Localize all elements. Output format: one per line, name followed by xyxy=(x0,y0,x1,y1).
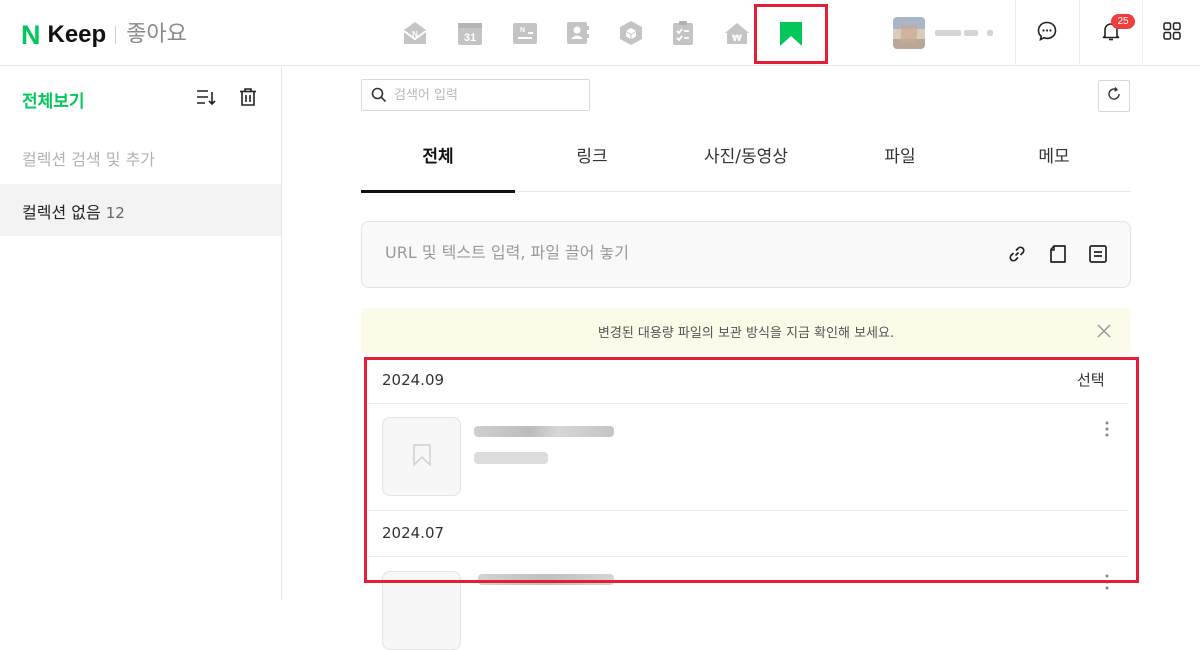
todo-service-icon[interactable] xyxy=(668,18,698,48)
refresh-icon xyxy=(1106,86,1122,106)
top-header: N Keep 좋아요 N 31 N ₩ 25 xyxy=(0,0,1200,66)
naver-keep-logo[interactable]: N Keep 좋아요 xyxy=(21,20,187,50)
add-link-button[interactable] xyxy=(1005,244,1029,268)
apps-menu-button[interactable] xyxy=(1142,0,1200,66)
brand-separator xyxy=(115,26,117,44)
sidebar: 전체보기 컬렉션 검색 및 추가 컬렉션 없음 12 xyxy=(0,67,282,600)
sidebar-title-all[interactable]: 전체보기 xyxy=(22,87,85,112)
search-input[interactable] xyxy=(394,87,584,103)
notification-button[interactable]: 25 xyxy=(1079,0,1142,66)
refresh-button[interactable] xyxy=(1098,80,1130,112)
tab-photos-videos[interactable]: 사진/동영상 xyxy=(669,130,823,192)
username-redacted xyxy=(935,30,993,36)
collection-search-input[interactable]: 컬렉션 검색 및 추가 xyxy=(22,146,155,170)
quick-add-box xyxy=(361,221,1131,288)
search-icon xyxy=(371,86,389,104)
sidebar-item-label: 컬렉션 없음 xyxy=(22,203,101,222)
svg-text:31: 31 xyxy=(464,32,476,44)
user-profile[interactable] xyxy=(893,17,993,49)
trash-button[interactable] xyxy=(236,87,260,111)
memo-icon xyxy=(1087,243,1109,269)
calendar-service-icon[interactable]: 31 xyxy=(455,18,485,48)
sidebar-item-count: 12 xyxy=(105,204,125,222)
chat-icon xyxy=(1036,20,1058,46)
highlighted-feed-area xyxy=(364,357,1139,583)
tab-links[interactable]: 링크 xyxy=(515,130,669,192)
notice-banner: 변경된 대용량 파일의 보관 방식을 지금 확인해 보세요. xyxy=(361,308,1131,354)
tab-memos[interactable]: 메모 xyxy=(977,130,1131,192)
svg-text:N: N xyxy=(412,30,418,39)
grid-icon xyxy=(1162,21,1182,45)
trash-icon xyxy=(238,87,258,111)
sidebar-item-no-collection[interactable]: 컬렉션 없음 12 xyxy=(0,184,281,236)
svg-text:₩: ₩ xyxy=(732,34,742,44)
keep-service-icon[interactable] xyxy=(754,4,828,64)
mail-service-icon[interactable]: N xyxy=(400,18,430,48)
svg-text:N: N xyxy=(520,27,525,34)
pay-service-icon[interactable]: ₩ xyxy=(722,18,752,48)
mybox-service-icon[interactable] xyxy=(616,18,646,48)
sort-button[interactable] xyxy=(194,87,218,111)
tab-all[interactable]: 전체 xyxy=(361,130,515,193)
search-box[interactable] xyxy=(361,79,590,111)
content-tabs: 전체 링크 사진/동영상 파일 메모 xyxy=(361,130,1131,193)
quick-add-input[interactable] xyxy=(385,243,975,262)
chat-button[interactable] xyxy=(1015,0,1078,66)
brand-n: N xyxy=(21,19,41,50)
sidebar-item-text: 컬렉션 없음 12 xyxy=(22,199,125,223)
contacts-service-icon[interactable] xyxy=(563,18,593,48)
sort-icon xyxy=(196,88,216,110)
notification-badge: 25 xyxy=(1111,14,1135,29)
memo-service-icon[interactable]: N xyxy=(510,18,540,48)
add-file-button[interactable] xyxy=(1046,244,1070,268)
brand-keep: Keep xyxy=(47,21,107,48)
file-icon xyxy=(1047,243,1069,269)
page-title: 좋아요 xyxy=(126,22,187,47)
notice-text[interactable]: 변경된 대용량 파일의 보관 방식을 지금 확인해 보세요. xyxy=(361,322,1131,341)
avatar xyxy=(893,17,925,49)
add-memo-button[interactable] xyxy=(1086,244,1110,268)
tab-files[interactable]: 파일 xyxy=(823,130,977,192)
notice-close-button[interactable] xyxy=(1095,322,1113,340)
link-icon xyxy=(1006,243,1028,269)
close-icon xyxy=(1095,324,1113,344)
